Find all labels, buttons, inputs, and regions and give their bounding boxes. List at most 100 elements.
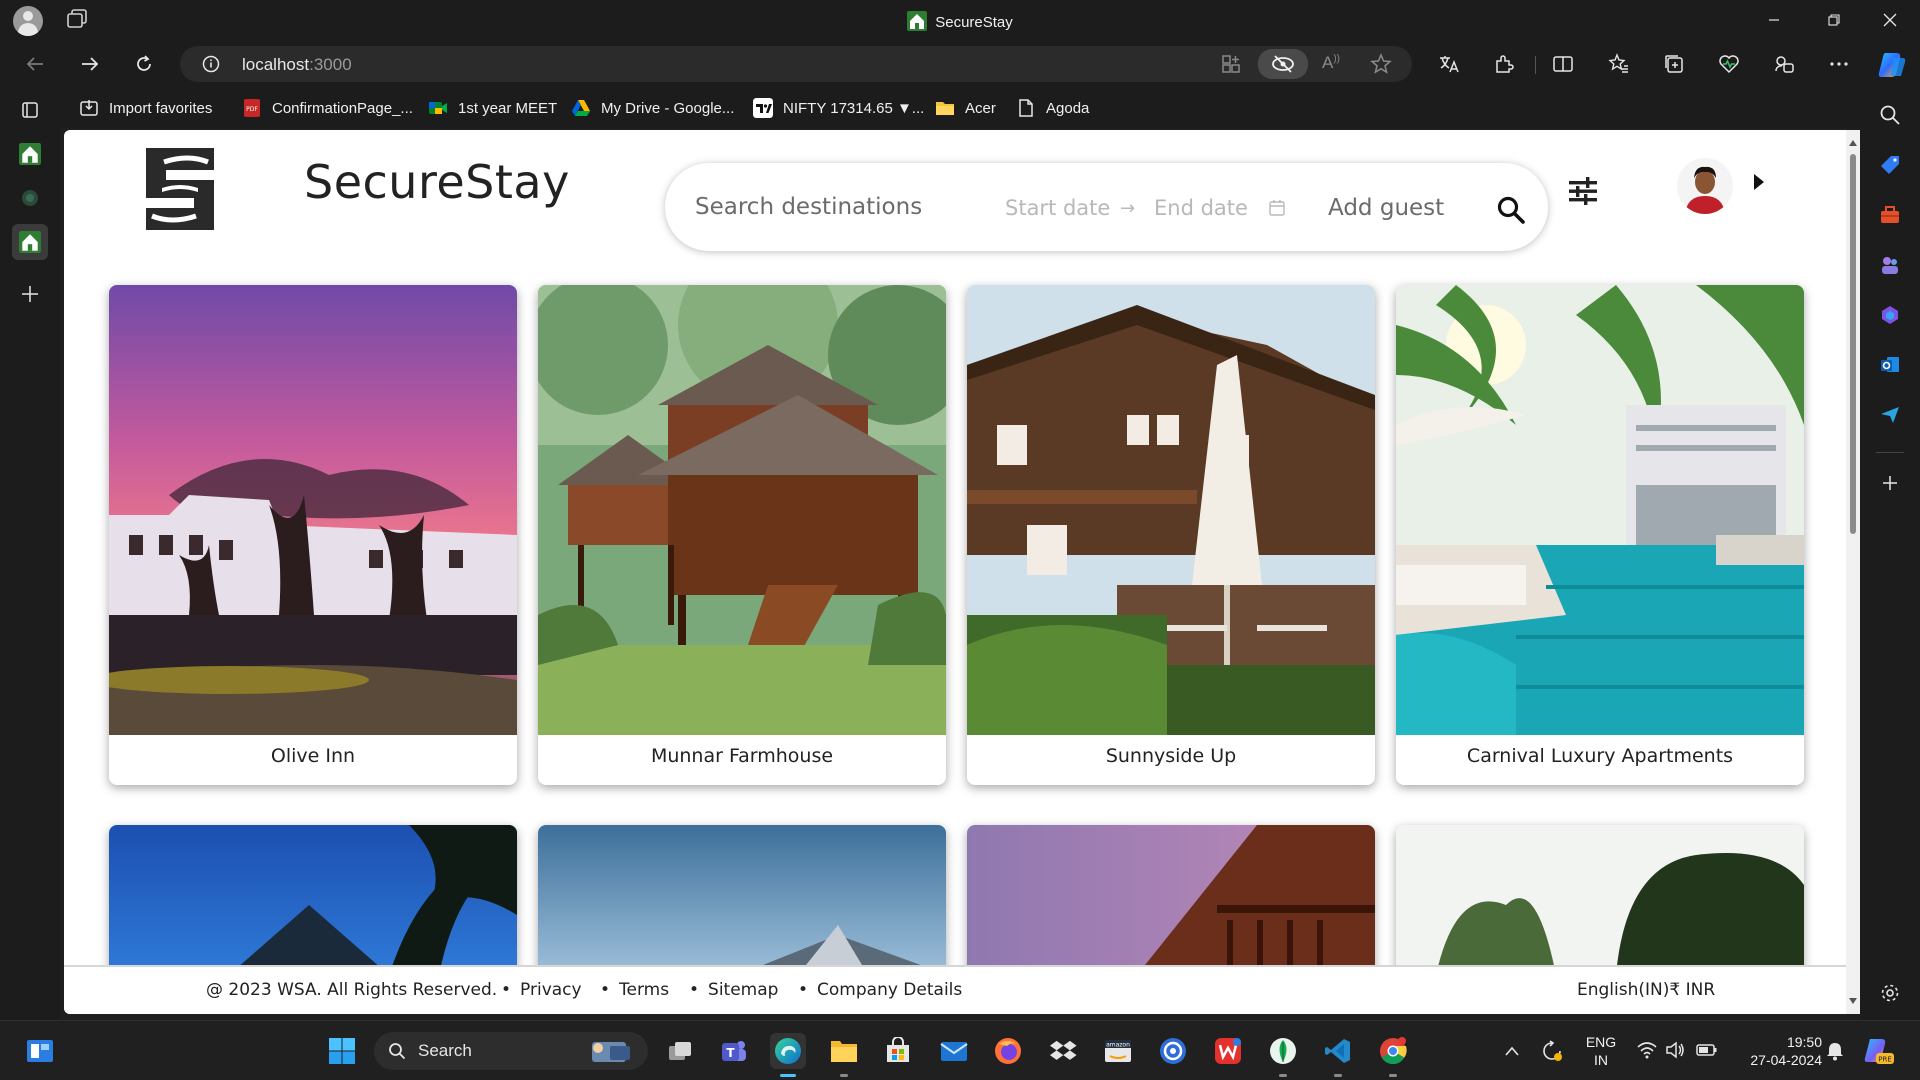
edge-taskbar-button[interactable] [770, 1033, 806, 1069]
wifi-icon[interactable] [1637, 1041, 1657, 1059]
restore-button[interactable] [1806, 0, 1862, 40]
sidebar-outlook-button[interactable] [1877, 352, 1903, 378]
property-card[interactable]: Carnival Luxury Apartments [1396, 285, 1804, 785]
page-scrollbar[interactable] [1846, 130, 1860, 1014]
tab-background[interactable] [12, 180, 48, 216]
mail-button[interactable] [936, 1033, 972, 1069]
forward-button[interactable] [72, 46, 108, 82]
battery-icon[interactable] [1696, 1042, 1718, 1058]
property-card[interactable] [109, 825, 517, 975]
tab-actions-button[interactable] [12, 92, 48, 128]
scroll-down-icon[interactable] [1848, 996, 1858, 1006]
footer-link-sitemap[interactable]: Sitemap [689, 980, 778, 1000]
input-language-indicator[interactable]: ENG IN [1578, 1033, 1624, 1069]
start-date-input[interactable]: Start date [1005, 196, 1110, 220]
vscode-button[interactable] [1320, 1033, 1356, 1069]
more-options-icon[interactable] [1828, 53, 1850, 75]
favorite-nifty[interactable]: NIFTY 17314.65 ▼... [753, 97, 924, 119]
back-button[interactable] [17, 46, 53, 82]
widgets-button[interactable] [22, 1033, 58, 1069]
end-date-input[interactable]: End date [1154, 196, 1248, 220]
translate-icon[interactable] [1438, 53, 1460, 75]
site-info-icon[interactable] [202, 55, 220, 73]
read-aloud-icon[interactable]: A)) [1322, 53, 1344, 75]
task-view-button[interactable] [662, 1033, 698, 1069]
sidebar-games-button[interactable] [1877, 252, 1903, 278]
firefox-button[interactable] [990, 1033, 1026, 1069]
scroll-up-icon[interactable] [1848, 138, 1858, 148]
refresh-button[interactable] [126, 46, 162, 82]
filter-sliders-icon[interactable] [1568, 176, 1598, 206]
split-screen-icon[interactable] [1552, 53, 1574, 75]
notification-bell-icon[interactable] [1826, 1041, 1844, 1061]
securestay-logo-icon[interactable] [138, 140, 222, 238]
favorite-import-favorites[interactable]: Import favorites [79, 97, 212, 119]
scrollbar-thumb[interactable] [1850, 154, 1856, 534]
property-name[interactable]: Munnar Farmhouse [538, 735, 946, 785]
address-bar[interactable]: localhost:3000 A)) [180, 46, 1412, 82]
sidebar-tools-button[interactable] [1877, 202, 1903, 228]
locale-currency-selector[interactable]: English(IN)₹ INR [1577, 980, 1715, 1000]
file-explorer-button[interactable] [826, 1033, 862, 1069]
minimize-button[interactable] [1746, 0, 1802, 40]
property-name[interactable]: Carnival Luxury Apartments [1396, 735, 1804, 785]
url-text[interactable]: localhost:3000 [242, 55, 352, 75]
tab-securestay-active[interactable] [12, 224, 48, 260]
tab-securestay-1[interactable] [12, 136, 48, 172]
property-name[interactable]: Sunnyside Up [967, 735, 1375, 785]
sidebar-m365-button[interactable] [1877, 302, 1903, 328]
show-hidden-icons-button[interactable] [1494, 1033, 1530, 1069]
app-available-icon[interactable] [1220, 53, 1242, 75]
taskbar-search-box[interactable]: Search [374, 1032, 648, 1070]
store-button[interactable] [880, 1033, 916, 1069]
property-card[interactable]: Munnar Farmhouse [538, 285, 946, 785]
property-card[interactable]: Sunnyside Up [967, 285, 1375, 785]
sidebar-shopping-button[interactable] [1877, 152, 1903, 178]
browser-essentials-icon[interactable] [1718, 53, 1740, 75]
copilot-share-icon[interactable] [1773, 53, 1795, 75]
search-icon[interactable] [1496, 195, 1526, 225]
close-button[interactable] [1862, 0, 1918, 40]
tracking-prevention-button[interactable] [1258, 49, 1308, 79]
onedrive-sync-button[interactable] [1534, 1033, 1570, 1069]
property-card[interactable] [538, 825, 946, 975]
favorite-agoda[interactable]: Agoda [1016, 97, 1089, 119]
teams-button[interactable]: T [716, 1033, 752, 1069]
favorite-my-drive[interactable]: My Drive - Google... [571, 97, 734, 119]
calendar-icon[interactable] [1268, 199, 1286, 217]
favorites-icon[interactable] [1608, 53, 1630, 75]
copilot-icon[interactable] [1877, 50, 1907, 80]
user-avatar[interactable] [1677, 158, 1733, 214]
footer-link-terms[interactable]: Terms [600, 980, 669, 1000]
sidebar-search-button[interactable] [1877, 102, 1903, 128]
footer-link-privacy[interactable]: Privacy [501, 980, 582, 1000]
copilot-preview-icon[interactable]: PRE [1862, 1035, 1894, 1067]
property-card[interactable]: Olive Inn [109, 285, 517, 785]
destination-search-input[interactable]: Search destinations [695, 194, 922, 220]
favorite-confirmation-page[interactable]: PDF ConfirmationPage_... [242, 97, 413, 119]
chrome-button[interactable] [1375, 1033, 1411, 1069]
volume-icon[interactable] [1665, 1041, 1685, 1059]
collections-icon[interactable] [1663, 53, 1685, 75]
start-button[interactable] [324, 1033, 360, 1069]
add-guest-input[interactable]: Add guest [1328, 195, 1444, 221]
sidebar-drop-button[interactable] [1877, 402, 1903, 428]
mongodb-compass-button[interactable] [1265, 1033, 1301, 1069]
favorite-star-icon[interactable] [1370, 53, 1392, 75]
dropbox-button[interactable] [1045, 1033, 1081, 1069]
caret-right-icon[interactable] [1752, 172, 1766, 192]
property-card[interactable] [1396, 825, 1804, 975]
wps-button[interactable] [1210, 1033, 1246, 1069]
site-brand-name[interactable]: SecureStay [304, 155, 570, 209]
favorite-first-year-meet[interactable]: 1st year MEET [428, 97, 557, 119]
sidebar-settings-button[interactable] [1877, 980, 1903, 1006]
property-name[interactable]: Olive Inn [109, 735, 517, 785]
clock[interactable]: 19:50 27-04-2024 [1732, 1033, 1822, 1069]
sidebar-add-button[interactable] [1877, 470, 1903, 496]
new-tab-button[interactable] [12, 276, 48, 312]
amazon-button[interactable]: amazon [1100, 1033, 1136, 1069]
favorite-acer[interactable]: Acer [935, 97, 996, 119]
footer-link-company-details[interactable]: Company Details [798, 980, 962, 1000]
property-card[interactable] [967, 825, 1375, 975]
extensions-icon[interactable] [1493, 53, 1515, 75]
